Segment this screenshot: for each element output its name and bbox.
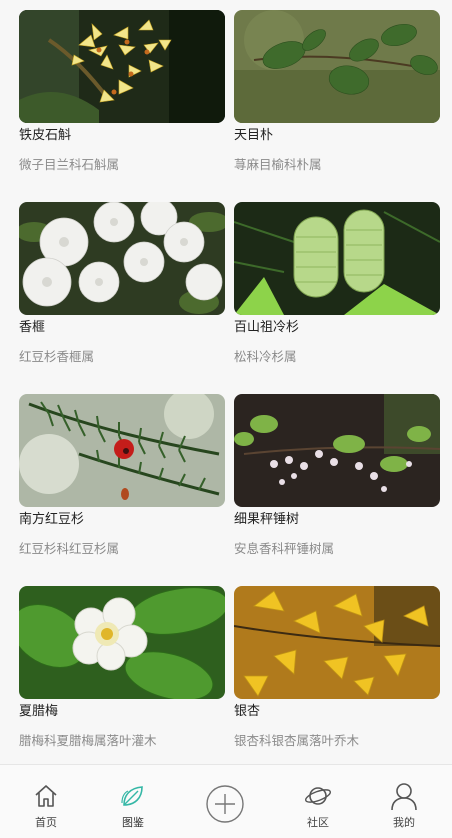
- plant-photo[interactable]: [19, 10, 225, 123]
- home-icon: [33, 783, 59, 813]
- plant-name: 夏腊梅: [19, 704, 59, 719]
- tab-home[interactable]: 首页: [11, 765, 81, 838]
- plant-taxon: 荨麻目榆科朴属: [234, 157, 322, 172]
- plant-taxon: 红豆杉科红豆杉属: [19, 541, 120, 556]
- plant-taxon: 银杏科银杏属落叶乔木: [234, 733, 360, 748]
- tab-profile-label: 我的: [393, 816, 415, 829]
- plant-card[interactable]: 铁皮石斛 微子目兰科石斛属: [19, 10, 225, 173]
- plant-card[interactable]: 细果秤锤树 安息香科秤锤树属: [234, 394, 440, 557]
- plant-taxon: 安息香科秤锤树属: [234, 541, 335, 556]
- plant-card[interactable]: 夏腊梅 腊梅科夏腊梅属落叶灌木: [19, 586, 225, 749]
- tab-community[interactable]: 社区: [283, 765, 353, 838]
- tab-add[interactable]: [190, 765, 260, 838]
- plant-card[interactable]: 南方红豆杉 红豆杉科红豆杉属: [19, 394, 225, 557]
- tab-community-label: 社区: [307, 816, 329, 829]
- plant-photo[interactable]: [234, 10, 440, 123]
- add-circle-icon: [205, 784, 245, 828]
- plant-photo[interactable]: [19, 394, 225, 507]
- plant-card[interactable]: 天目朴 荨麻目榆科朴属: [234, 10, 440, 173]
- plant-photo[interactable]: [19, 586, 225, 699]
- plant-name: 南方红豆杉: [19, 512, 85, 527]
- tab-home-label: 首页: [35, 816, 57, 829]
- plant-grid: 铁皮石斛 微子目兰科石斛属 天目朴 荨麻目榆科朴属 香榧 红豆杉香榧属 百山祖冷…: [0, 0, 452, 760]
- tab-guide-label: 图鉴: [122, 816, 144, 829]
- plant-taxon: 红豆杉香榧属: [19, 349, 95, 364]
- plant-card[interactable]: 香榧 红豆杉香榧属: [19, 202, 225, 365]
- plant-photo[interactable]: [234, 586, 440, 699]
- plant-name: 铁皮石斛: [19, 128, 72, 143]
- tab-profile[interactable]: 我的: [369, 765, 439, 838]
- plant-name: 天目朴: [234, 128, 274, 143]
- plant-photo[interactable]: [19, 202, 225, 315]
- plant-photo[interactable]: [234, 394, 440, 507]
- user-icon: [390, 781, 418, 815]
- bottom-tab-bar: 首页 图鉴 社区 我的: [0, 765, 452, 838]
- leaf-icon: [120, 783, 146, 813]
- plant-card[interactable]: 银杏 银杏科银杏属落叶乔木: [234, 586, 440, 749]
- plant-name: 细果秤锤树: [234, 512, 300, 527]
- plant-name: 香榧: [19, 320, 46, 335]
- plant-photo[interactable]: [234, 202, 440, 315]
- tab-guide[interactable]: 图鉴: [98, 765, 168, 838]
- plant-taxon: 松科冷杉属: [234, 349, 297, 364]
- plant-taxon: 腊梅科夏腊梅属落叶灌木: [19, 733, 157, 748]
- plant-name: 百山祖冷杉: [234, 320, 300, 335]
- plant-taxon: 微子目兰科石斛属: [19, 157, 120, 172]
- plant-name: 银杏: [234, 704, 261, 719]
- plant-card[interactable]: 百山祖冷杉 松科冷杉属: [234, 202, 440, 365]
- planet-icon: [304, 783, 332, 813]
